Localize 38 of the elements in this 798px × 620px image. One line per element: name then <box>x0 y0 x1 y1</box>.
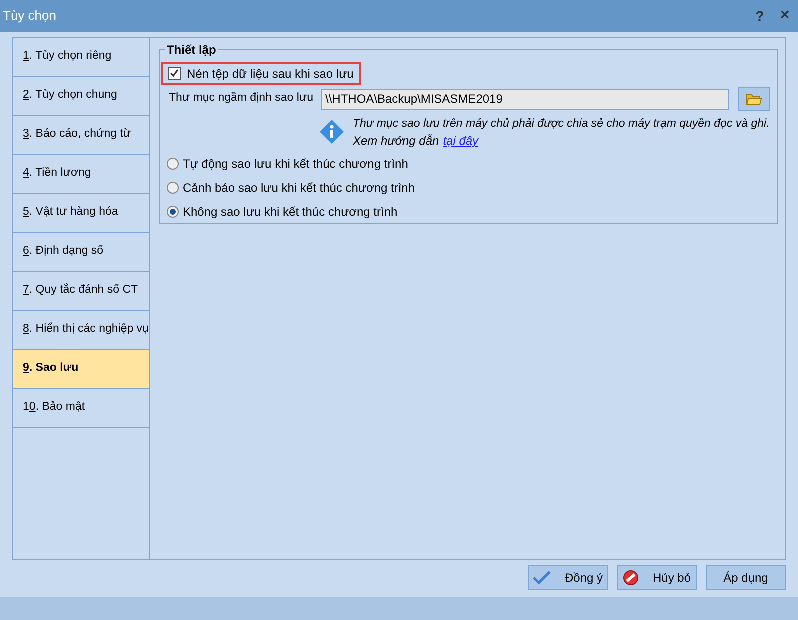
radio-button[interactable] <box>166 158 179 170</box>
cancel-button[interactable]: Hủy bỏ <box>617 565 697 590</box>
radio-option[interactable]: Không sao lưu khi kết thúc chương trình <box>166 200 770 224</box>
field-label: Thư mục ngầm định sao lưu <box>168 91 314 106</box>
ok-button[interactable]: Đồng ý <box>528 565 608 590</box>
radio-label: Không sao lưu khi kết thúc chương trình <box>182 204 398 221</box>
browse-button[interactable] <box>738 87 770 111</box>
radio-button[interactable] <box>166 182 179 194</box>
compress-checkbox[interactable]: Nén tệp dữ liệu sau khi sao lưu <box>160 62 361 85</box>
info-icon <box>318 119 345 145</box>
info-text: Thư mục sao lưu trên máy chủ phải được chia sẻ cho máy trạm quyền đọc và ghi. <box>352 117 770 132</box>
check-icon <box>170 69 179 78</box>
checkbox[interactable] <box>168 67 181 80</box>
checkbox-label: Nén tệp dữ liệu sau khi sao lưu <box>186 66 354 82</box>
sidebar-item[interactable]: 3. Báo cáo, chứng từ <box>13 116 149 155</box>
sidebar-item[interactable]: 4. Tiền lương <box>13 155 149 194</box>
guide-text: Xem hướng dẫn <box>352 133 440 150</box>
radio-label: Cảnh báo sao lưu khi kết thúc chương trình <box>182 180 416 197</box>
guide-link[interactable]: tại đây <box>443 133 479 150</box>
window-title: Tùy chọn <box>3 7 58 26</box>
folder-path-field[interactable]: \\HTHOA\Backup\MISASME2019 <box>321 88 729 110</box>
radio-button[interactable] <box>166 206 179 218</box>
sidebar-item[interactable]: 2. Tùy chọn chung <box>13 77 149 116</box>
close-button[interactable]: × <box>777 4 793 28</box>
sidebar-item[interactable]: 7. Quy tắc đánh số CT <box>13 272 149 311</box>
checkmark-icon <box>532 570 551 584</box>
sidebar-item[interactable]: 1. Tùy chọn riêng <box>13 38 149 77</box>
sidebar-item[interactable]: 9. Sao lưu <box>13 350 149 389</box>
sidebar-item[interactable]: 10. Bảo mật <box>13 389 149 428</box>
radio-option[interactable]: Tự động sao lưu khi kết thúc chương trình <box>166 152 770 176</box>
radio-label: Tự động sao lưu khi kết thúc chương trình <box>182 156 408 173</box>
sidebar-item[interactable]: 6. Định dạng số <box>13 233 149 272</box>
prohibited-icon <box>622 570 639 586</box>
radio-option[interactable]: Cảnh báo sao lưu khi kết thúc chương trình <box>166 176 770 200</box>
help-button[interactable]: ? <box>751 6 769 26</box>
sidebar-item[interactable]: 5. Vật tư hàng hóa <box>13 194 149 233</box>
apply-button[interactable]: Áp dụng <box>706 565 786 590</box>
folder-icon <box>746 92 762 106</box>
